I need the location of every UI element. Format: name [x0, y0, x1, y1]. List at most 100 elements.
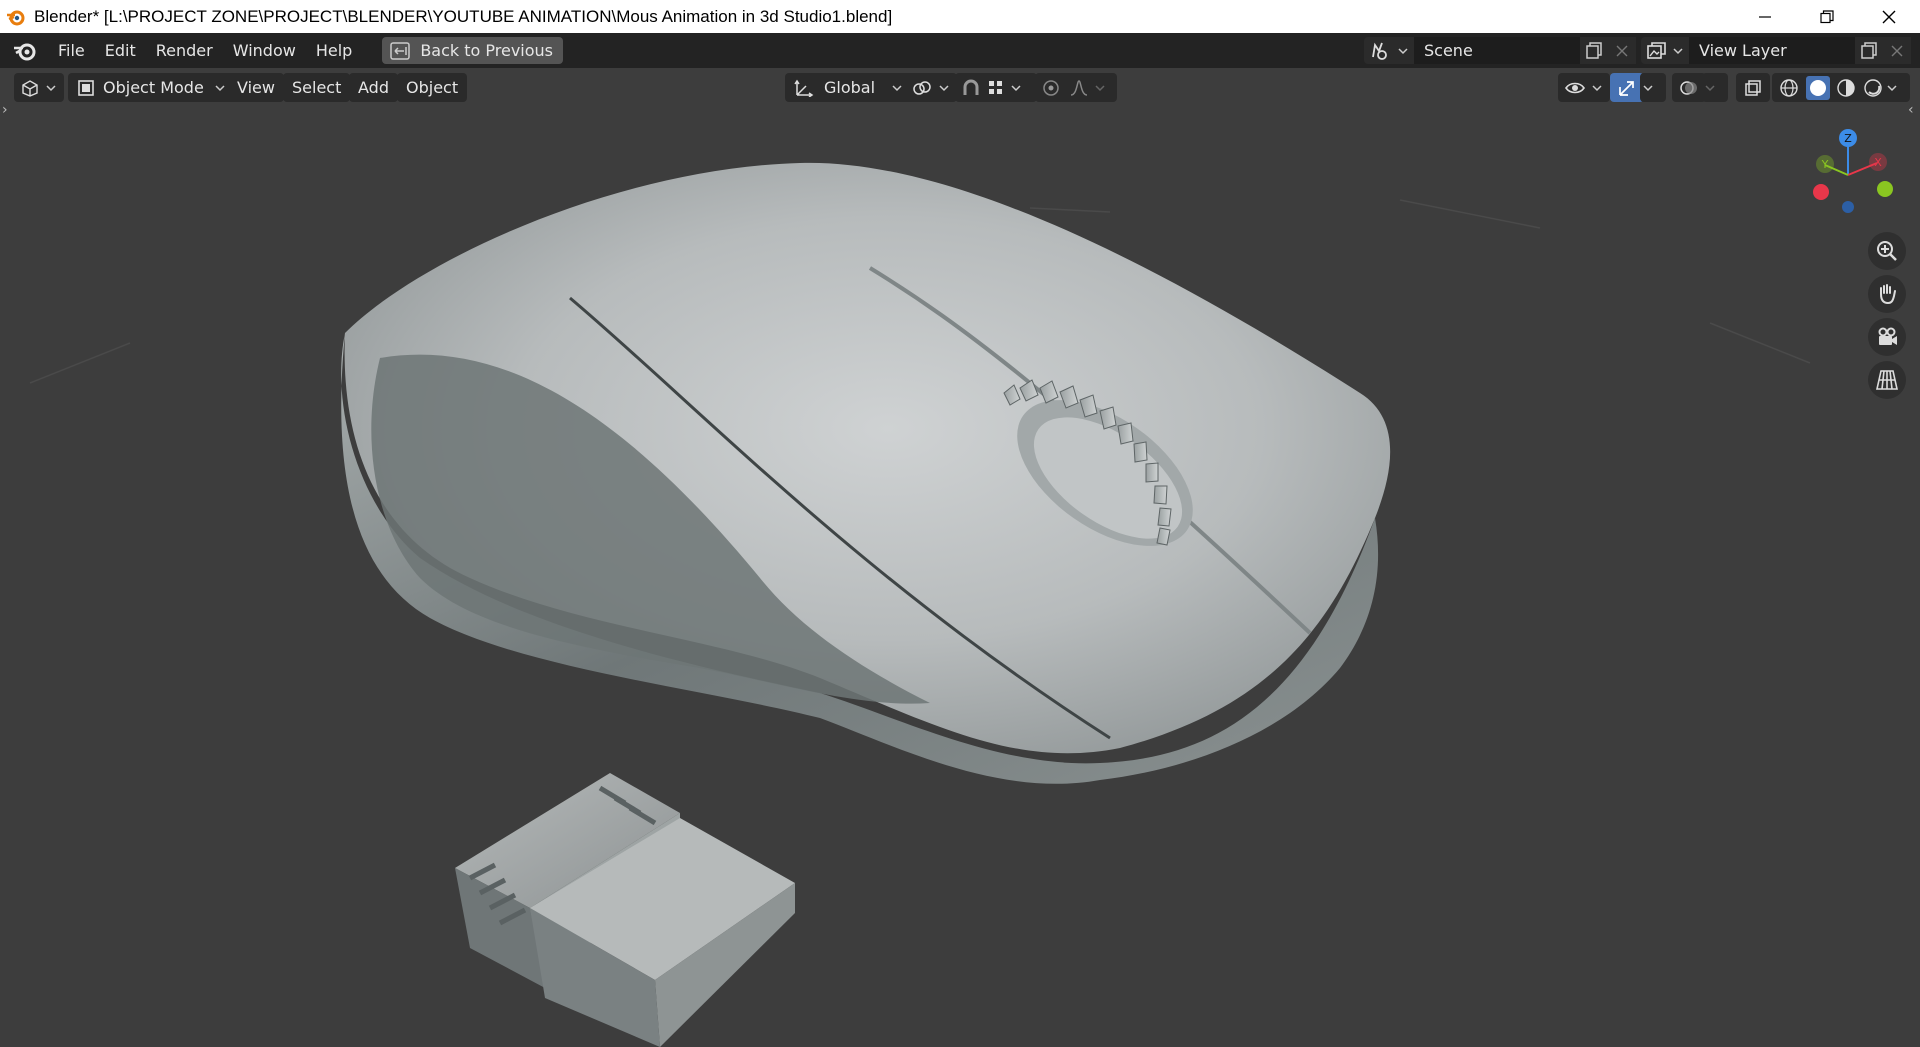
- solid-shading-icon: [1809, 79, 1826, 96]
- scene-browse-button[interactable]: [1364, 37, 1414, 64]
- proportional-editing-icon: [1043, 79, 1059, 96]
- minimize-button[interactable]: [1734, 0, 1796, 33]
- chevron-down-icon: [939, 84, 949, 91]
- orientation-icon: [794, 79, 814, 97]
- material-preview-icon[interactable]: [1836, 78, 1856, 98]
- overlays-toggle-button[interactable]: [1672, 73, 1706, 102]
- menu-add-label: Add: [358, 78, 389, 97]
- scene-name-field[interactable]: Scene: [1414, 37, 1580, 64]
- falloff-curve-icon: [1070, 79, 1088, 96]
- menu-render[interactable]: Render: [146, 41, 223, 60]
- restore-icon: [1820, 9, 1834, 23]
- editor-type-button[interactable]: [14, 73, 64, 102]
- menu-edit[interactable]: Edit: [95, 41, 146, 60]
- scene-name: Scene: [1424, 41, 1473, 60]
- view-layer-selector: View Layer: [1641, 36, 1911, 65]
- visibility-dropdown[interactable]: [1558, 73, 1610, 102]
- chevron-down-icon: [1643, 84, 1653, 91]
- new-view-layer-button[interactable]: [1855, 37, 1883, 64]
- snap-increment-icon: [989, 80, 1002, 94]
- title-bar: Blender* [L:\PROJECT ZONE\PROJECT\BLENDE…: [0, 0, 1920, 33]
- close-icon: [1891, 45, 1903, 56]
- chevron-down-icon: [1011, 84, 1021, 91]
- object-mode-dropdown[interactable]: Object Mode: [68, 73, 234, 102]
- transform-orientation-dropdown[interactable]: Global: [785, 73, 911, 102]
- 3d-viewport[interactable]: Z X Y › ‹: [0, 102, 1920, 1047]
- svg-text:Y: Y: [1821, 158, 1829, 171]
- menu-window[interactable]: Window: [223, 41, 306, 60]
- menu-file[interactable]: File: [48, 41, 95, 60]
- menu-view-label: View: [237, 78, 275, 97]
- magnet-icon: [963, 79, 979, 95]
- scene-selector: Scene: [1364, 36, 1636, 65]
- back-to-previous-button[interactable]: Back to Previous: [382, 37, 564, 64]
- navigation-gizmo[interactable]: Z X Y: [1795, 125, 1895, 225]
- camera-view-button[interactable]: [1868, 318, 1906, 356]
- duplicate-icon: [1586, 41, 1602, 59]
- svg-text:X: X: [1874, 156, 1882, 169]
- menu-view[interactable]: View: [228, 73, 284, 102]
- window-title: Blender* [L:\PROJECT ZONE\PROJECT\BLENDE…: [34, 6, 893, 26]
- pan-button[interactable]: [1868, 275, 1906, 313]
- snapping-controls[interactable]: [955, 73, 1037, 102]
- pivot-icon: [913, 80, 931, 95]
- gizmo-dropdown[interactable]: [1640, 73, 1666, 102]
- xray-toggle-button[interactable]: [1736, 73, 1770, 102]
- xray-icon: [1745, 79, 1761, 96]
- menu-object-label: Object: [406, 78, 459, 97]
- shading-dropdown[interactable]: [1884, 73, 1910, 102]
- rendered-shading-icon[interactable]: [1863, 78, 1883, 98]
- menu-help[interactable]: Help: [306, 41, 362, 60]
- mouse-model: [341, 162, 1391, 784]
- close-icon: [1616, 45, 1628, 56]
- orientation-label: Global: [824, 78, 876, 97]
- chevron-down-icon: [1673, 47, 1683, 54]
- chevron-down-icon: [1592, 84, 1602, 91]
- pivot-point-dropdown[interactable]: [905, 73, 957, 102]
- zoom-button[interactable]: [1868, 232, 1906, 270]
- blender-logo-icon[interactable]: [12, 38, 38, 64]
- close-button[interactable]: [1858, 0, 1920, 33]
- solid-shading-button[interactable]: [1805, 75, 1830, 100]
- chevron-down-icon: [215, 84, 225, 91]
- shading-mode-selector[interactable]: [1772, 73, 1890, 102]
- eye-icon: [1565, 82, 1585, 93]
- menu-select-label: Select: [292, 78, 342, 97]
- svg-text:Z: Z: [1844, 132, 1852, 145]
- 3d-viewport-icon: [22, 79, 38, 97]
- usb-receiver-model: [455, 773, 795, 1047]
- back-to-previous-label: Back to Previous: [420, 41, 554, 60]
- restore-button[interactable]: [1796, 0, 1858, 33]
- close-icon: [1882, 10, 1896, 23]
- hand-icon: [1880, 284, 1896, 305]
- gizmo-icon: [1619, 80, 1634, 96]
- menu-object[interactable]: Object: [397, 73, 468, 102]
- scene-icon: [1372, 42, 1387, 60]
- gizmo-toggle-button[interactable]: [1610, 73, 1644, 102]
- top-menu-bar: File Edit Render Window Help Back to Pre…: [0, 33, 1920, 68]
- chevron-down-icon: [1398, 47, 1408, 54]
- object-mode-label: Object Mode: [103, 78, 204, 97]
- overlays-dropdown[interactable]: [1702, 73, 1728, 102]
- chevron-down-icon: [1095, 84, 1105, 91]
- new-scene-button[interactable]: [1580, 37, 1608, 64]
- delete-scene-button[interactable]: [1608, 37, 1636, 64]
- menu-select[interactable]: Select: [283, 73, 351, 102]
- object-mode-icon: [78, 79, 94, 96]
- 3d-scene: [29, 162, 1811, 1047]
- menu-add[interactable]: Add: [349, 73, 398, 102]
- wireframe-shading-icon[interactable]: [1779, 78, 1799, 98]
- chevron-down-icon: [892, 84, 902, 91]
- view-layer-name-field[interactable]: View Layer: [1689, 37, 1855, 64]
- back-icon: [390, 41, 411, 60]
- chevron-down-icon: [46, 84, 56, 91]
- proportional-editing-controls[interactable]: [1035, 73, 1117, 102]
- grid-perspective-icon: [1876, 370, 1898, 390]
- view-layer-name: View Layer: [1699, 41, 1787, 60]
- perspective-toggle-button[interactable]: [1868, 361, 1906, 399]
- view-layer-browse-button[interactable]: [1641, 37, 1689, 64]
- delete-view-layer-button[interactable]: [1883, 37, 1911, 64]
- viewport-header: Object Mode View Select Add Object Globa…: [0, 68, 1920, 108]
- chevron-down-icon: [1887, 84, 1897, 91]
- zoom-icon: [1877, 241, 1897, 261]
